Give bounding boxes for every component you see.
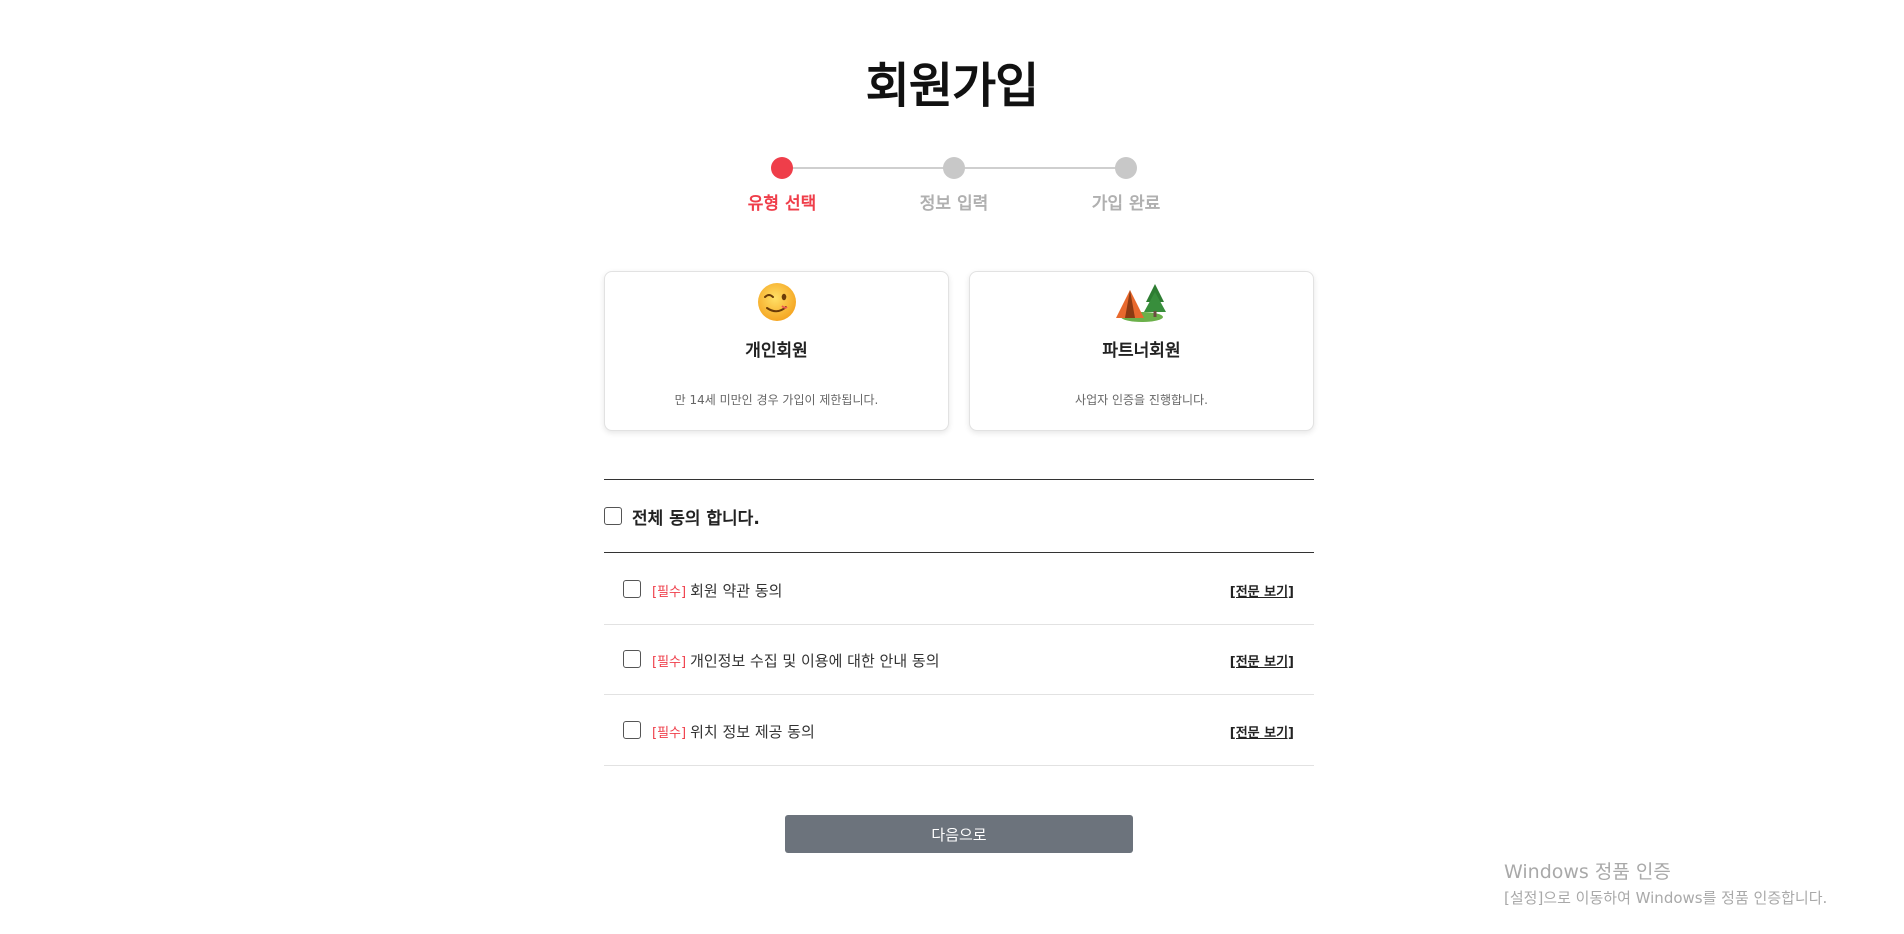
step-signup-complete: 가입 완료 — [1066, 155, 1186, 214]
windows-activation-watermark: Windows 정품 인증 [설정]으로 이동하여 Windows를 정품 인증… — [1504, 857, 1827, 908]
term-label: 위치 정보 제공 동의 — [690, 723, 815, 741]
term-checkbox[interactable] — [623, 580, 641, 598]
term-label: 개인정보 수집 및 이용에 대한 안내 동의 — [690, 652, 940, 670]
agree-all-checkbox[interactable] — [604, 507, 622, 525]
step-label: 가입 완료 — [1091, 194, 1161, 214]
card-description: 사업자 인증을 진행합니다. — [1075, 393, 1208, 407]
signup-stepper: 유형 선택 정보 입력 가입 완료 — [0, 155, 1904, 215]
term-row-member-terms: [필수] 회원 약관 동의 [전문 보기] — [604, 555, 1314, 625]
term-text: [필수] 회원 약관 동의 — [652, 580, 782, 601]
next-button[interactable]: 다음으로 — [785, 815, 1133, 853]
card-description: 만 14세 미만인 경우 가입이 제한됩니다. — [674, 393, 879, 407]
partner-member-card[interactable]: 파트너회원 사업자 인증을 진행합니다. — [969, 271, 1314, 431]
step-label: 정보 입력 — [919, 194, 989, 214]
agree-all-row[interactable]: 전체 동의 합니다. — [604, 504, 760, 529]
card-title: 개인회원 — [745, 341, 808, 361]
card-title: 파트너회원 — [1102, 341, 1181, 361]
step-dot — [1115, 157, 1137, 179]
term-row-location: [필수] 위치 정보 제공 동의 [전문 보기] — [604, 696, 1314, 766]
view-full-text-link[interactable]: [전문 보기] — [1230, 722, 1294, 741]
divider — [604, 479, 1314, 480]
step-dot-active — [771, 157, 793, 179]
step-type-select: 유형 선택 — [722, 155, 842, 214]
term-text: [필수] 위치 정보 제공 동의 — [652, 721, 815, 742]
tent-camping-icon — [1116, 284, 1166, 322]
view-full-text-link[interactable]: [전문 보기] — [1230, 581, 1294, 600]
term-text: [필수] 개인정보 수집 및 이용에 대한 안내 동의 — [652, 650, 940, 671]
term-checkbox[interactable] — [623, 650, 641, 668]
step-info-input: 정보 입력 — [894, 155, 1014, 214]
winking-face-icon — [758, 283, 796, 321]
step-dot — [943, 157, 965, 179]
watermark-title: Windows 정품 인증 — [1504, 861, 1671, 883]
step-label: 유형 선택 — [747, 194, 817, 214]
agree-all-label: 전체 동의 합니다. — [632, 508, 760, 529]
term-row-privacy: [필수] 개인정보 수집 및 이용에 대한 안내 동의 [전문 보기] — [604, 625, 1314, 695]
page-title: 회원가입 — [865, 58, 1040, 114]
term-checkbox[interactable] — [623, 721, 641, 739]
term-label: 회원 약관 동의 — [690, 582, 783, 600]
personal-member-card[interactable]: 개인회원 만 14세 미만인 경우 가입이 제한됩니다. — [604, 271, 949, 431]
view-full-text-link[interactable]: [전문 보기] — [1230, 651, 1294, 670]
divider — [604, 552, 1314, 553]
required-tag: [필수] — [652, 726, 687, 741]
required-tag: [필수] — [652, 585, 687, 600]
required-tag: [필수] — [652, 655, 687, 670]
watermark-subtitle: [설정]으로 이동하여 Windows를 정품 인증합니다. — [1504, 889, 1828, 907]
